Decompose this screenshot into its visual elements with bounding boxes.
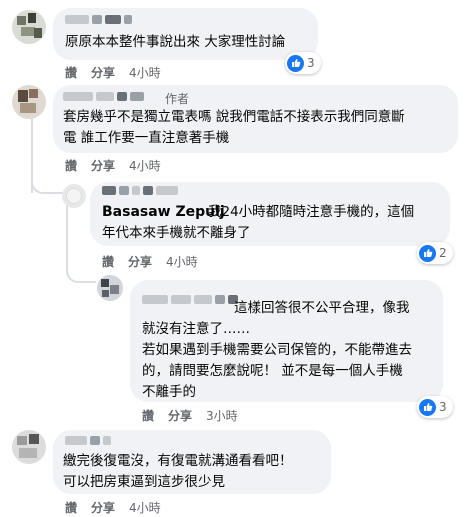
comment-actions: 讚 分享 4小時 <box>102 253 198 270</box>
timestamp[interactable]: 4小時 <box>166 253 198 270</box>
comment-bubble: 繳完後復電沒，有復電就溝通看看吧！ 可以把房東逼到這步很少見 <box>53 430 331 494</box>
like-icon <box>419 244 436 262</box>
thread-line <box>66 248 96 283</box>
comment-text: 年代本來手機就不離身了 <box>102 225 251 241</box>
comment-text: 我24小時都隨時注意手機的，這個 <box>208 204 415 220</box>
avatar[interactable] <box>12 430 46 464</box>
avatar[interactable] <box>97 275 123 301</box>
comment-bubble: 這樣回答很不公平合理，像我 就沒有注意了…… 若如果遇到手機需要公司保管的，不能… <box>130 280 443 402</box>
comment-bubble: Basasaw Zepulj 我24小時都隨時注意手機的，這個 年代本來手機就不… <box>90 182 450 246</box>
comment-text: 套房幾乎不是獨立電表嗎 說我們電話不接表示我們同意斷 電 誰工作要一直注意著手機 <box>63 109 405 146</box>
reaction-count-value: 3 <box>439 400 447 414</box>
comment-bubble: 作者 套房幾乎不是獨立電表嗎 說我們電話不接表示我們同意斷 電 誰工作要一直注意… <box>53 85 458 153</box>
reaction-count[interactable]: 2 <box>417 242 453 264</box>
share-button[interactable]: 分享 <box>128 253 152 270</box>
comment-actions: 讚 分享 3小時 <box>142 407 238 424</box>
like-button[interactable]: 讚 <box>142 407 154 424</box>
reaction-count-value: 3 <box>307 56 315 70</box>
like-icon <box>287 54 304 72</box>
share-button[interactable]: 分享 <box>91 64 115 81</box>
timestamp[interactable]: 4小時 <box>129 157 161 174</box>
comment-actions: 讚 分享 4小時 <box>65 157 161 174</box>
share-button[interactable]: 分享 <box>91 499 115 516</box>
comment-actions: 讚 分享 4小時 <box>65 499 161 516</box>
comment-author-name[interactable] <box>65 436 111 445</box>
timestamp[interactable]: 4小時 <box>129 64 161 81</box>
share-button[interactable]: 分享 <box>91 157 115 174</box>
like-button[interactable]: 讚 <box>65 157 77 174</box>
avatar[interactable] <box>62 184 86 208</box>
comment-actions: 讚 分享 4小時 <box>65 64 161 81</box>
share-button[interactable]: 分享 <box>168 407 192 424</box>
comment-bubble: 原原本本整件事說出來 大家理性討論 <box>53 8 318 60</box>
comment-author-name <box>102 186 178 195</box>
comment-text: 這樣回答很不公平合理，像我 <box>234 300 410 316</box>
reaction-count-value: 2 <box>439 246 447 260</box>
comment-author-name[interactable] <box>65 15 132 24</box>
like-button[interactable]: 讚 <box>65 64 77 81</box>
reaction-count[interactable]: 3 <box>417 396 453 418</box>
like-button[interactable]: 讚 <box>65 499 77 516</box>
author-badge: 作者 <box>165 92 190 106</box>
comment-text: 就沒有注意了…… 若如果遇到手機需要公司保管的，不能帶進去 的，請問要怎麼說呢！… <box>142 321 412 400</box>
avatar[interactable] <box>12 85 46 119</box>
avatar[interactable] <box>12 10 46 44</box>
timestamp[interactable]: 3小時 <box>206 407 238 424</box>
reaction-count[interactable]: 3 <box>285 52 321 74</box>
like-icon <box>419 398 436 416</box>
comment-author-name[interactable] <box>63 92 144 101</box>
comment-author-name[interactable]: Basasaw Zepulj <box>102 204 225 220</box>
like-button[interactable]: 讚 <box>102 253 114 270</box>
comment-text: 繳完後復電沒，有復電就溝通看看吧！ 可以把房東逼到這步很少見 <box>63 453 293 490</box>
comment-text: 原原本本整件事說出來 大家理性討論 <box>65 34 286 50</box>
timestamp[interactable]: 4小時 <box>129 499 161 516</box>
comment-author-name[interactable] <box>142 295 238 304</box>
